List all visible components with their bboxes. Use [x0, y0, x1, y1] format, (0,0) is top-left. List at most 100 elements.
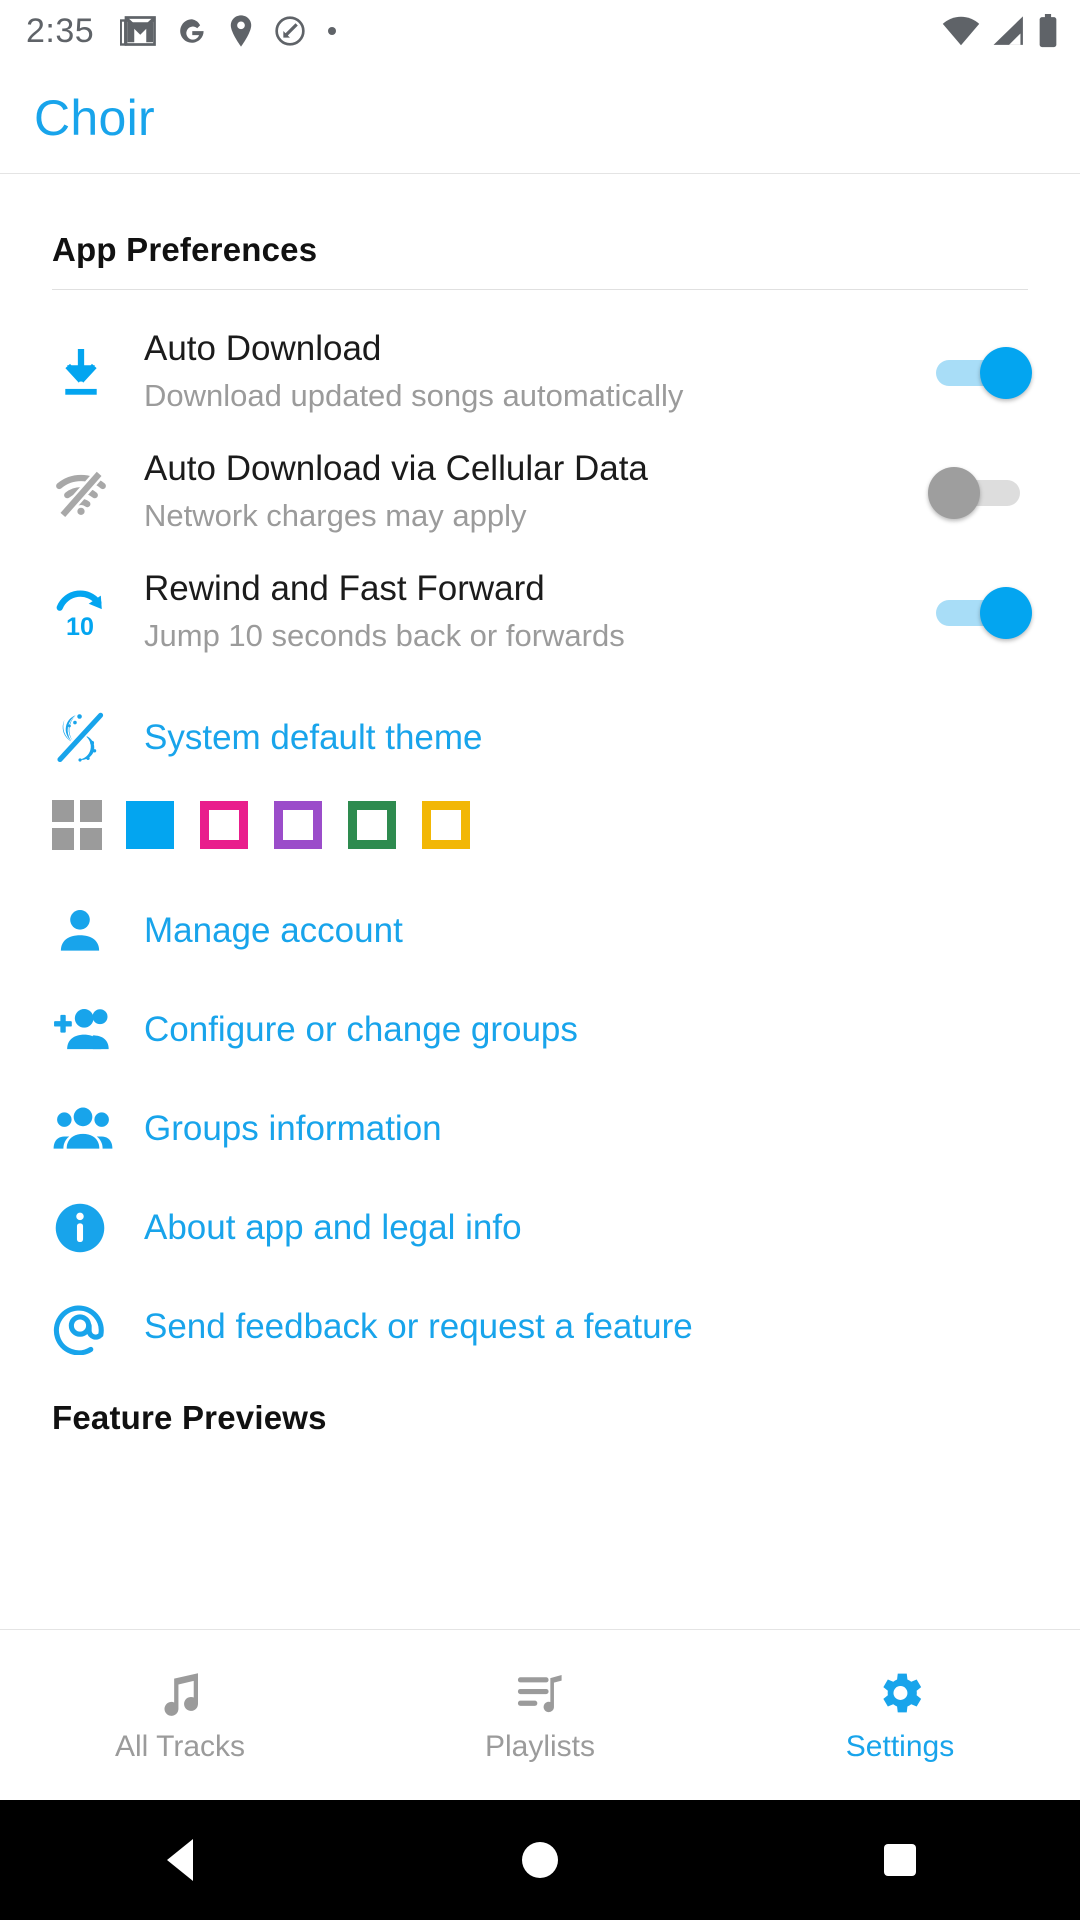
link-label: Groups information: [144, 1108, 442, 1148]
status-left-icons: [120, 14, 942, 48]
status-bar: 2:35: [0, 0, 1080, 62]
link-row-groups-information[interactable]: Groups information: [0, 1086, 1080, 1171]
toggle-cellular-download[interactable]: [928, 464, 1028, 520]
toggle-thumb: [980, 587, 1032, 639]
playlist-icon: [517, 1675, 562, 1713]
info-circle-icon-wrap: [52, 1200, 122, 1256]
recents-square-icon: [884, 1844, 916, 1876]
theme-label: System default theme: [144, 718, 483, 757]
swatch-cell-blue[interactable]: [126, 801, 200, 849]
android-navigation-bar: [0, 1800, 1080, 1920]
at-sign-icon-wrap: [52, 1299, 122, 1355]
link-row-send-feedback[interactable]: Send feedback or request a feature: [0, 1284, 1080, 1369]
preference-subtitle: Download updated songs automatically: [144, 377, 684, 413]
swatch-blue-selected[interactable]: [126, 801, 174, 849]
theme-moon-sun-icon: [56, 712, 105, 763]
nav-item-settings[interactable]: Settings: [720, 1666, 1080, 1764]
wifi-off-icon-wrap: [52, 463, 122, 521]
bottom-navigation: All Tracks Playlists Settings: [0, 1629, 1080, 1800]
android-home-button[interactable]: [360, 1842, 720, 1878]
swatch-cell-pink[interactable]: [200, 801, 274, 849]
toggle-thumb: [928, 467, 980, 519]
status-right-icons: [942, 14, 1058, 48]
svg-text:10: 10: [66, 613, 94, 641]
grid-cell: [80, 800, 102, 822]
link-label: Configure or change groups: [144, 1009, 578, 1049]
location-pin-icon: [230, 15, 252, 47]
swatch-cell-purple[interactable]: [274, 801, 348, 849]
android-recents-button[interactable]: [720, 1844, 1080, 1876]
grid-default-icon[interactable]: [52, 800, 102, 850]
swatch-cell-amber[interactable]: [422, 801, 496, 849]
link-label: Send feedback or request a feature: [144, 1306, 693, 1346]
swatch-cell-grid[interactable]: [52, 800, 126, 850]
swatch-purple[interactable]: [274, 801, 322, 849]
cellular-signal-icon: [993, 16, 1023, 45]
battery-icon: [1039, 14, 1057, 48]
app-bar: Choir: [0, 62, 1080, 174]
preference-texts: Auto Download via Cellular Data Network …: [122, 448, 916, 536]
android-back-button[interactable]: [0, 1839, 360, 1881]
preference-title: Auto Download: [144, 329, 382, 369]
preference-texts: Rewind and Fast Forward Jump 10 seconds …: [122, 568, 916, 656]
link-label: About app and legal info: [144, 1207, 522, 1247]
nav-label: All Tracks: [114, 1730, 246, 1763]
preference-title: Auto Download via Cellular Data: [144, 449, 648, 489]
at-sign-icon: [53, 1305, 104, 1355]
link-label: Manage account: [144, 910, 403, 950]
preference-texts: Auto Download Download updated songs aut…: [122, 328, 916, 416]
nav-item-all-tracks[interactable]: All Tracks: [0, 1666, 360, 1764]
preference-row-rewind-fast-forward[interactable]: 10 Rewind and Fast Forward Jump 10 secon…: [0, 556, 1080, 668]
download-icon-wrap: [52, 343, 122, 401]
nav-label: Settings: [845, 1730, 955, 1763]
toggle-auto-download[interactable]: [932, 344, 1032, 400]
link-row-configure-groups[interactable]: Configure or change groups: [0, 987, 1080, 1072]
nav-label: Playlists: [484, 1730, 596, 1763]
link-row-about-app[interactable]: About app and legal info: [0, 1185, 1080, 1270]
circle-slash-icon: [275, 16, 305, 46]
preference-row-cellular-download[interactable]: Auto Download via Cellular Data Network …: [0, 436, 1080, 548]
person-add-group-icon-wrap: [52, 1002, 122, 1058]
preference-subtitle: Jump 10 seconds back or forwards: [144, 617, 625, 653]
gear-icon: [883, 1673, 922, 1713]
preference-title: Rewind and Fast Forward: [144, 569, 545, 609]
section-divider: [52, 289, 1028, 290]
gmail-icon: [120, 16, 157, 46]
preference-subtitle: Network charges may apply: [144, 497, 527, 533]
wifi-icon: [942, 16, 980, 46]
section-title: App Preferences: [52, 231, 318, 268]
back-triangle-icon: [167, 1839, 193, 1881]
google-icon: [180, 19, 204, 43]
grid-cell: [52, 828, 74, 850]
toggle-thumb: [980, 347, 1032, 399]
swatch-pink[interactable]: [200, 801, 248, 849]
people-group-icon-wrap: [52, 1101, 122, 1157]
theme-color-swatch-row[interactable]: [0, 786, 1080, 872]
settings-scroll-content[interactable]: App Preferences Auto Download Download u…: [0, 175, 1080, 1630]
section-app-preferences-header: App Preferences: [0, 175, 1080, 269]
nav-item-playlists[interactable]: Playlists: [360, 1666, 720, 1764]
preference-row-auto-download[interactable]: Auto Download Download updated songs aut…: [0, 316, 1080, 428]
app-title: Choir: [34, 89, 155, 146]
person-icon: [60, 909, 100, 951]
swatch-green[interactable]: [348, 801, 396, 849]
toggle-rewind-fast-forward[interactable]: [932, 584, 1032, 640]
music-note-icon: [164, 1673, 199, 1716]
status-time: 2:35: [26, 11, 95, 50]
grid-cell: [52, 800, 74, 822]
person-icon-wrap: [52, 903, 122, 959]
dot-icon: [328, 27, 337, 35]
swatch-cell-green[interactable]: [348, 801, 422, 849]
swatch-amber[interactable]: [422, 801, 470, 849]
download-icon: [65, 349, 97, 395]
people-group-icon: [53, 1107, 113, 1149]
link-row-manage-account[interactable]: Manage account: [0, 888, 1080, 973]
section-feature-previews-header: Feature Previews: [0, 1369, 1080, 1437]
grid-cell: [80, 828, 102, 850]
person-add-group-icon: [54, 1008, 109, 1049]
home-circle-icon: [522, 1842, 558, 1878]
theme-moon-sun-icon-wrap: [52, 709, 122, 767]
section-title: Feature Previews: [52, 1399, 327, 1436]
replay-10-icon-wrap: 10: [52, 583, 122, 641]
theme-row[interactable]: System default theme: [0, 690, 1080, 786]
